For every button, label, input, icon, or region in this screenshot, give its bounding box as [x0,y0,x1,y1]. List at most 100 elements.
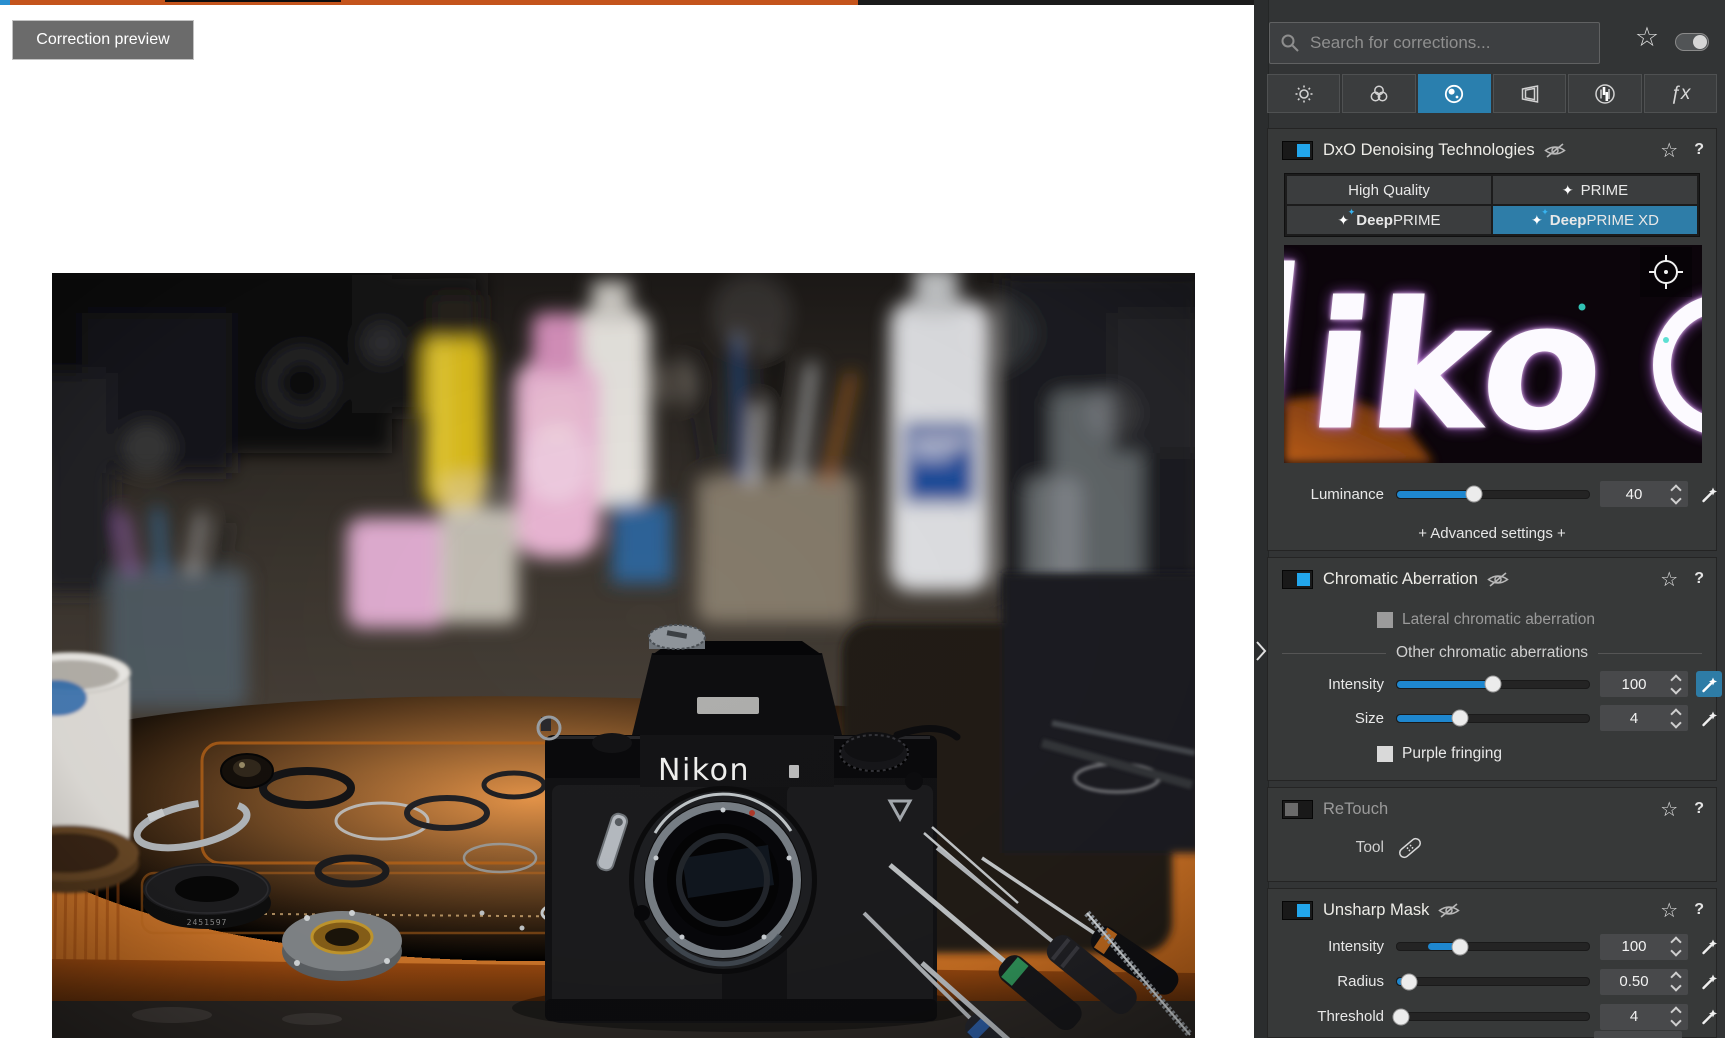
sparkle-icon: ✦✦ [1338,213,1350,227]
luminance-slider[interactable] [1396,490,1590,499]
tab-local-adjustments[interactable] [1568,74,1641,113]
um-threshold-auto-wand-icon[interactable] [1696,1004,1722,1030]
search-input[interactable] [1269,22,1600,64]
chromatic-enable-toggle[interactable] [1282,570,1313,589]
color-circles-icon [1367,82,1391,106]
ca-size-value-box[interactable]: 4 [1600,705,1688,731]
mode-high-quality-button[interactable]: High Quality [1287,176,1491,204]
favorites-filter-star-icon[interactable]: ☆ [1632,20,1662,54]
help-icon[interactable]: ? [1694,141,1704,159]
um-intensity-auto-wand-icon[interactable] [1696,934,1722,960]
panel-master-toggle[interactable] [1675,33,1709,51]
tab-color[interactable] [1342,74,1415,113]
ca-intensity-slider-thumb[interactable] [1485,676,1502,693]
corrections-panel: ☆ [1254,0,1725,1038]
um-radius-value: 0.50 [1600,973,1668,990]
ca-intensity-auto-wand-icon[interactable] [1696,671,1722,697]
um-intensity-row: Intensity 100 [1268,929,1716,964]
ca-intensity-value-box[interactable]: 100 [1600,671,1688,697]
um-threshold-row: Threshold 4 [1268,999,1716,1034]
retouch-header: ReTouch ☆ ? [1268,788,1716,824]
ca-size-slider[interactable] [1396,714,1590,723]
fx-icon: ƒx [1670,83,1690,105]
eye-slash-icon[interactable] [1543,142,1567,159]
preview-crosshair-icon[interactable] [1640,247,1692,297]
eye-slash-icon[interactable] [1437,902,1461,919]
luminance-label: Luminance [1284,486,1384,503]
um-intensity-label: Intensity [1284,938,1384,955]
denoising-enable-toggle[interactable] [1282,141,1313,160]
mode-prime-button[interactable]: ✦ PRIME [1493,176,1697,204]
slider-fill [1397,681,1493,688]
um-intensity-value-box[interactable]: 100 [1600,934,1688,960]
tab-detail[interactable] [1418,74,1491,113]
um-radius-label: Radius [1284,973,1384,990]
um-intensity-spinner[interactable] [1668,938,1684,955]
um-threshold-value-box[interactable]: 4 [1600,1004,1688,1030]
bandaid-tool-icon[interactable] [1396,836,1424,860]
photo-scene: 2451597 [52,273,1195,1038]
ca-size-slider-thumb[interactable] [1452,710,1469,727]
retouch-enable-toggle[interactable] [1282,800,1313,819]
section-chromatic-aberration: Chromatic Aberration ☆ ? Lateral chromat… [1267,557,1717,781]
ca-size-spinner[interactable] [1668,710,1684,727]
circle-bars-icon [1593,82,1617,106]
unsharp-header: Unsharp Mask ☆ ? [1268,889,1716,925]
panel-collapse-chevron-icon[interactable] [1255,640,1267,662]
mode-deepprime-button[interactable]: ✦✦ DeepPRIME [1287,206,1491,234]
tab-effects[interactable]: ƒx [1644,74,1717,113]
luminance-auto-wand-icon[interactable] [1696,481,1722,507]
sparkle-icon: ✦✦ [1531,213,1543,227]
ca-intensity-value: 100 [1600,676,1668,693]
um-radius-spinner[interactable] [1668,973,1684,990]
um-intensity-value: 100 [1600,938,1668,955]
eye-slash-icon[interactable] [1486,571,1510,588]
tool-tab-bar: ƒx [1267,74,1717,113]
help-icon[interactable]: ? [1694,570,1704,588]
um-threshold-spinner[interactable] [1668,1008,1684,1025]
sun-icon [1292,82,1316,106]
um-radius-slider[interactable] [1396,977,1590,986]
favorite-star-icon[interactable]: ☆ [1660,567,1678,592]
favorite-star-icon[interactable]: ☆ [1660,797,1678,822]
purple-fringing-row: Purple fringing [1268,740,1716,768]
photo-canvas[interactable]: 2451597 [52,273,1195,1038]
favorite-star-icon[interactable]: ☆ [1660,138,1678,163]
correction-preview-button[interactable]: Correction preview [12,20,194,60]
help-icon[interactable]: ? [1694,901,1704,919]
lateral-ca-checkbox[interactable] [1377,612,1393,628]
mode-deepprime-xd-button[interactable]: ✦✦ DeepPRIME XD [1493,206,1697,234]
favorite-star-icon[interactable]: ☆ [1660,898,1678,923]
ca-size-auto-wand-icon[interactable] [1696,705,1722,731]
retouch-title: ReTouch [1323,800,1388,819]
um-radius-value-box[interactable]: 0.50 [1600,969,1688,995]
top-hairline [165,0,341,2]
unsharp-enable-toggle[interactable] [1282,901,1313,920]
retouch-tool-label: Tool [1284,839,1384,857]
um-intensity-slider-thumb[interactable] [1452,938,1469,955]
luminance-spinner[interactable] [1668,486,1684,503]
ca-intensity-slider[interactable] [1396,680,1590,689]
ca-intensity-spinner[interactable] [1668,676,1684,693]
advanced-settings-link[interactable]: + Advanced settings + [1268,525,1716,542]
um-intensity-slider[interactable] [1396,942,1590,951]
um-radius-auto-wand-icon[interactable] [1696,969,1722,995]
luminance-slider-thumb[interactable] [1465,486,1482,503]
lateral-ca-label: Lateral chromatic aberration [1402,611,1595,629]
ca-intensity-label: Intensity [1284,676,1384,693]
help-icon[interactable]: ? [1694,800,1704,818]
slider-fill [1397,715,1460,722]
lateral-ca-row: Lateral chromatic aberration [1268,606,1716,634]
detail-bokeh-icon [1442,82,1466,106]
um-threshold-slider[interactable] [1396,1012,1590,1021]
luminance-value-box[interactable]: 40 [1600,481,1688,507]
um-threshold-slider-thumb[interactable] [1392,1008,1409,1025]
um-radius-slider-thumb[interactable] [1400,973,1417,990]
retouch-tool-row: Tool [1268,834,1716,862]
chromatic-title: Chromatic Aberration [1323,570,1478,589]
um-threshold-label: Threshold [1284,1008,1384,1025]
purple-fringing-checkbox[interactable] [1377,746,1393,762]
denoise-preview-thumbnail[interactable]: iko [1284,245,1702,463]
tab-light[interactable] [1267,74,1340,113]
tab-geometry[interactable] [1493,74,1566,113]
